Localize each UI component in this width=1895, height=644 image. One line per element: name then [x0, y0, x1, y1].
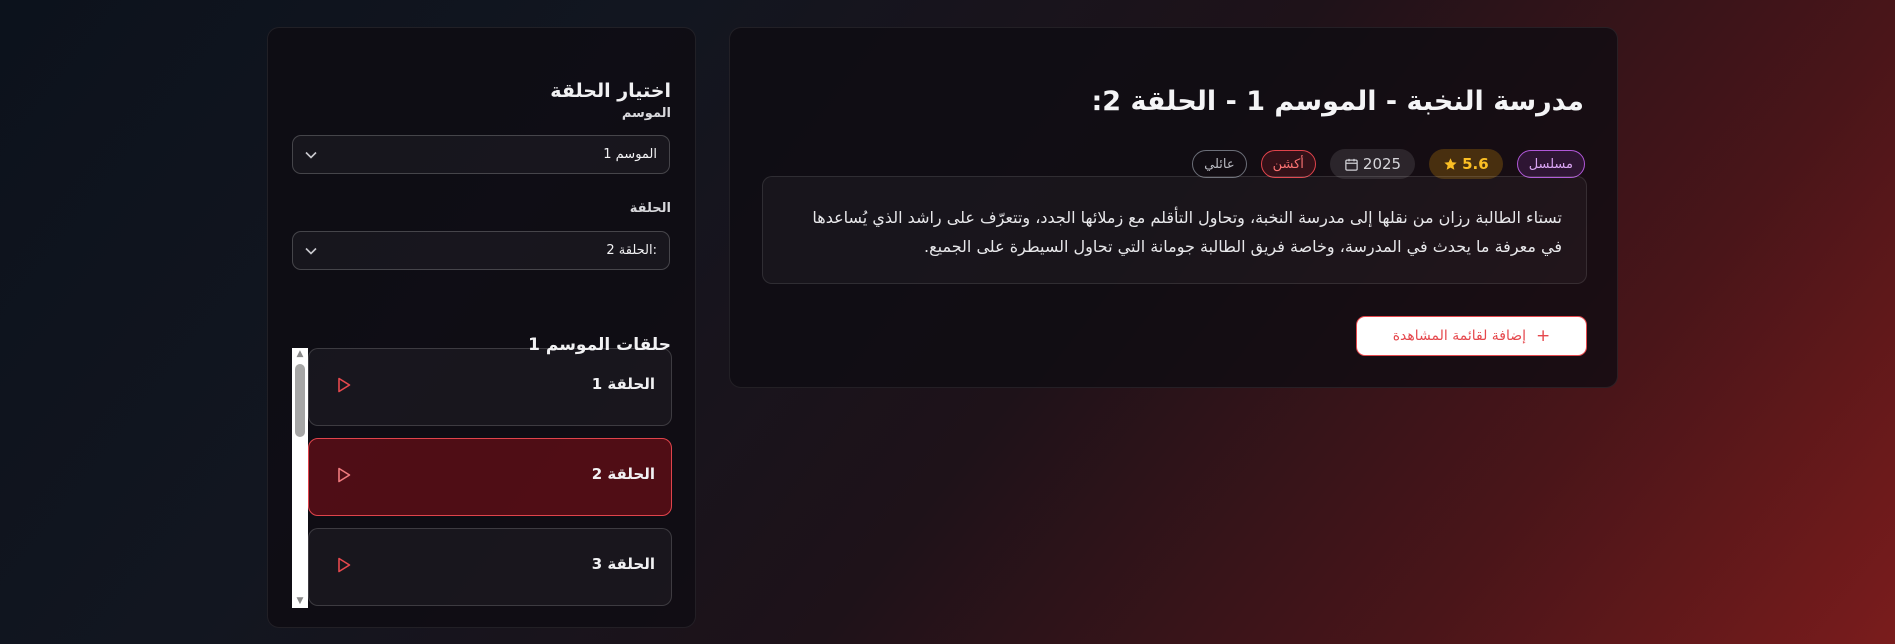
scroll-down-arrow-icon[interactable]: ▼ [292, 595, 308, 608]
episode-list-item[interactable]: الحلقة 1 [308, 348, 672, 426]
episode-picker-card: اختيار الحلقة الموسم الموسم 1 الحلقة الح… [267, 27, 696, 628]
year-value: 2025 [1362, 155, 1402, 173]
year-badge: 2025 [1329, 149, 1416, 179]
episode-label: الحلقة [629, 201, 671, 216]
type-badge: مسلسل [1516, 150, 1585, 178]
episode-select[interactable]: الحلقة 2: [292, 231, 670, 270]
chevron-down-icon [305, 244, 317, 258]
genre-badge-action: أكشن [1260, 150, 1316, 178]
play-icon [338, 377, 351, 393]
rating-badge: 5.6 [1429, 149, 1503, 179]
page-title: مدرسة النخبة - الموسم 1 - الحلقة 2: [1091, 86, 1584, 117]
episode-name: الحلقة 3 [591, 555, 655, 573]
play-icon [338, 467, 351, 483]
badge-row: مسلسل 5.6 2025 أكشن عائلي [1192, 149, 1585, 179]
season-select[interactable]: الموسم 1 [292, 135, 670, 174]
description-text: تستاء الطالبة رزان من نقلها إلى مدرسة ال… [812, 208, 1562, 256]
episode-list-scrollbar[interactable]: ▲ ▼ [292, 348, 308, 608]
description-box: تستاء الطالبة رزان من نقلها إلى مدرسة ال… [762, 176, 1587, 284]
episode-select-value: الحلقة 2: [606, 243, 657, 258]
episode-picker-title: اختيار الحلقة [550, 80, 671, 102]
star-icon [1444, 157, 1457, 170]
episode-name: الحلقة 2 [591, 465, 655, 483]
calendar-icon [1345, 158, 1358, 171]
episode-name: الحلقة 1 [591, 375, 655, 393]
show-info-card: مدرسة النخبة - الموسم 1 - الحلقة 2: مسلس… [729, 27, 1618, 388]
plus-icon: + [1536, 325, 1551, 346]
season-label: الموسم [621, 106, 671, 121]
scroll-thumb[interactable] [295, 364, 305, 437]
season-select-value: الموسم 1 [603, 147, 657, 162]
genre-badge-family: عائلي [1192, 150, 1247, 178]
chevron-down-icon [305, 148, 317, 162]
episode-list-item[interactable]: الحلقة 3 [308, 528, 672, 606]
add-to-watchlist-button[interactable]: + إضافة لقائمة المشاهدة [1356, 316, 1587, 356]
episode-list-item-active[interactable]: الحلقة 2 [308, 438, 672, 516]
add-to-watchlist-label: إضافة لقائمة المشاهدة [1392, 328, 1527, 344]
scroll-up-arrow-icon[interactable]: ▲ [292, 348, 308, 361]
rating-value: 5.6 [1462, 155, 1489, 173]
play-icon [338, 557, 351, 573]
